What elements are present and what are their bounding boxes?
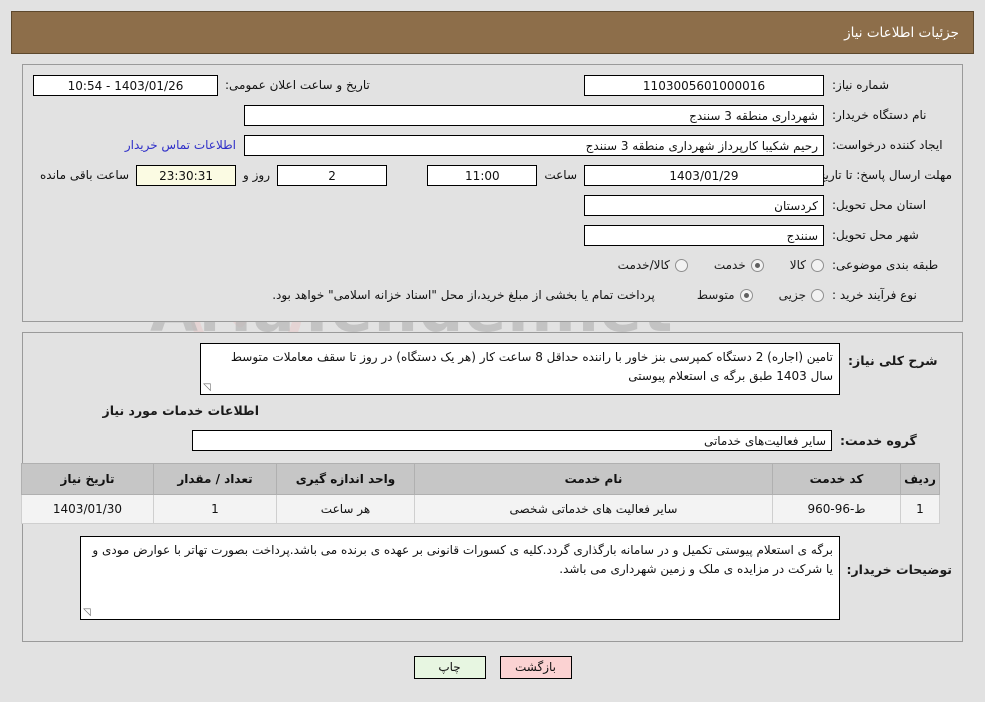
public-announce-value: 1403/01/26 - 10:54	[33, 74, 218, 96]
general-description-textarea[interactable]: تامین (اجاره) 2 دستگاه کمپرسی بنز خاور ب…	[200, 343, 840, 395]
buyer-org-row: نام دستگاه خریدار: شهرداری منطقه 3 سنندج	[33, 103, 952, 127]
back-button[interactable]: بازگشت	[499, 656, 572, 679]
buyer-notes-label: توضیحات خریدار:	[846, 562, 952, 577]
creator-row: ایجاد کننده درخواست: رحیم شکیبا کارپرداز…	[33, 133, 952, 157]
remaining-days-value: 2	[277, 164, 388, 186]
category-radio-kala[interactable]	[811, 258, 824, 272]
deadline-hour-value: 11:00	[427, 164, 538, 186]
buyer-notes-text: برگه ی استعلام پیوستی تکمیل و در سامانه …	[92, 543, 833, 576]
col-row-no: ردیف	[900, 463, 940, 495]
process-radio-jozei[interactable]	[811, 288, 824, 302]
service-group-label: گروه خدمت:	[840, 433, 917, 448]
table-header-row: ردیف کد خدمت نام خدمت واحد اندازه گیری ت…	[21, 463, 940, 495]
remaining-days-label: روز و	[243, 168, 271, 182]
city-row: شهر محل تحویل: سنندج	[33, 223, 952, 247]
cell-qty: 1	[153, 494, 277, 524]
hour-label: ساعت	[544, 168, 577, 182]
category-label-kala-khedmat: کالا/خدمت	[617, 258, 670, 272]
province-value: کردستان	[584, 194, 824, 216]
purchase-process-row: نوع فرآیند خرید : جزیی متوسط پرداخت تمام…	[33, 283, 952, 307]
need-number-row: شماره نیاز: 1103005601000016 تاریخ و ساع…	[33, 73, 952, 97]
need-number-label: شماره نیاز:	[832, 77, 889, 92]
page-title: جزئیات اطلاعات نیاز	[844, 24, 959, 41]
service-group-row: گروه خدمت: سایر فعالیت‌های خدماتی	[33, 430, 952, 451]
resize-grip-icon[interactable]: ◸	[203, 382, 213, 393]
resize-grip-icon-notes[interactable]: ◸	[83, 607, 93, 618]
process-label-jozei: جزیی	[778, 288, 806, 302]
purchase-process-label: نوع فرآیند خرید :	[832, 287, 917, 302]
general-description-row: شرح کلی نیاز: تامین (اجاره) 2 دستگاه کمپ…	[33, 343, 952, 395]
general-description-text: تامین (اجاره) 2 دستگاه کمپرسی بنز خاور ب…	[230, 350, 833, 383]
col-unit: واحد اندازه گیری	[276, 463, 415, 495]
col-date: تاریخ نیاز	[21, 463, 154, 495]
print-button[interactable]: چاپ	[413, 656, 486, 679]
countdown-timer-value: 23:30:31	[136, 164, 237, 186]
category-label-kala: کالا	[789, 258, 806, 272]
creator-label: ایجاد کننده درخواست:	[832, 137, 943, 152]
deadline-label: مهلت ارسال پاسخ: تا تاریخ:	[813, 167, 952, 182]
need-summary-panel: شماره نیاز: 1103005601000016 تاریخ و ساع…	[22, 64, 963, 322]
services-section-title: اطلاعات خدمات مورد نیاز	[102, 403, 260, 418]
service-group-value: سایر فعالیت‌های خدماتی	[192, 430, 832, 451]
action-button-bar: بازگشت چاپ	[0, 656, 985, 679]
col-code: کد خدمت	[772, 463, 901, 495]
cell-unit: هر ساعت	[276, 494, 415, 524]
general-description-label: شرح کلی نیاز:	[848, 353, 938, 368]
deadline-row: مهلت ارسال پاسخ: تا تاریخ: 1403/01/29 سا…	[33, 163, 952, 187]
cell-code: ط-96-960	[772, 494, 901, 524]
need-number-value: 1103005601000016	[584, 74, 824, 96]
cell-date: 1403/01/30	[21, 494, 154, 524]
city-value: سنندج	[584, 224, 824, 246]
public-announce-label: تاریخ و ساعت اعلان عمومی:	[225, 78, 370, 92]
countdown-label: ساعت باقی مانده	[40, 168, 130, 182]
category-label: طبقه بندی موضوعی:	[832, 257, 939, 272]
buyer-notes-textarea[interactable]: برگه ی استعلام پیوستی تکمیل و در سامانه …	[80, 536, 840, 620]
category-radio-group[interactable]: کالا خدمت کالا/خدمت	[618, 258, 824, 272]
process-label-motavaset: متوسط	[696, 288, 735, 302]
purchase-process-note: پرداخت تمام یا بخشی از مبلغ خرید،از محل …	[272, 288, 655, 302]
buyer-contact-link[interactable]: اطلاعات تماس خریدار	[117, 138, 244, 152]
category-radio-kala-khedmat[interactable]	[674, 258, 688, 272]
category-row: طبقه بندی موضوعی: کالا خدمت کالا/خدمت	[33, 253, 952, 277]
cell-name: سایر فعالیت های خدماتی شخصی	[414, 494, 773, 524]
buyer-org-label: نام دستگاه خریدار:	[832, 107, 927, 122]
category-label-khedmat: خدمت	[713, 258, 746, 272]
creator-value: رحیم شکیبا کارپرداز شهرداری منطقه 3 سنند…	[244, 134, 824, 156]
city-label: شهر محل تحویل:	[832, 227, 919, 242]
page-header: جزئیات اطلاعات نیاز	[11, 11, 974, 54]
col-qty: تعداد / مقدار	[153, 463, 277, 495]
col-name: نام خدمت	[414, 463, 773, 495]
table-row: 1 ط-96-960 سایر فعالیت های خدماتی شخصی ه…	[21, 494, 940, 524]
deadline-date-value: 1403/01/29	[584, 164, 824, 186]
buyer-notes-row: توضیحات خریدار: برگه ی استعلام پیوستی تک…	[33, 536, 952, 620]
services-table: ردیف کد خدمت نام خدمت واحد اندازه گیری ت…	[21, 463, 940, 524]
province-row: استان محل تحویل: کردستان	[33, 193, 952, 217]
cell-row-no: 1	[900, 494, 940, 524]
province-label: استان محل تحویل:	[832, 197, 927, 212]
need-details-panel: شرح کلی نیاز: تامین (اجاره) 2 دستگاه کمپ…	[21, 332, 963, 642]
category-radio-khedmat[interactable]	[750, 258, 764, 272]
purchase-process-radio-group[interactable]: جزیی متوسط	[697, 288, 824, 302]
process-radio-motavaset[interactable]	[739, 288, 753, 302]
buyer-org-value: شهرداری منطقه 3 سنندج	[244, 104, 824, 126]
